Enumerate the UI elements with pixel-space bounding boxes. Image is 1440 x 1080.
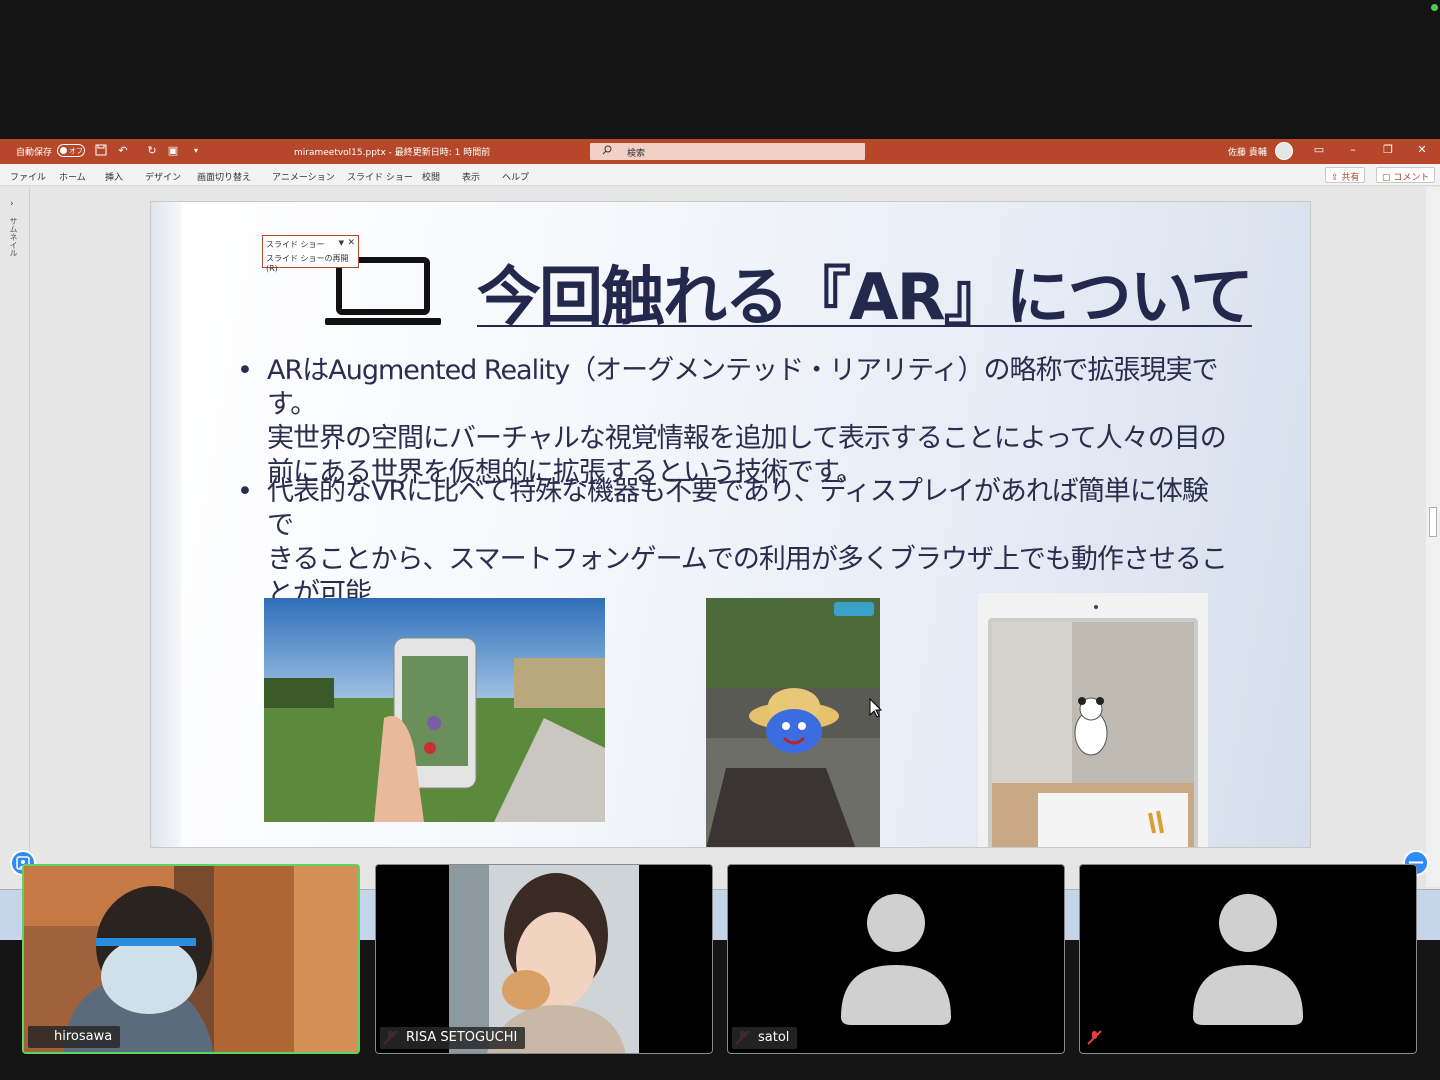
customize-toolbar-icon[interactable]: ▾ bbox=[189, 144, 203, 158]
zoom-meeting-window: 自動保存 オフ ↶ ↻ ▣ ▾ mirameetvol15.pptx - 最終更… bbox=[0, 0, 1440, 1080]
user-avatar-icon[interactable] bbox=[1275, 142, 1293, 160]
video-tile-unnamed[interactable] bbox=[1079, 864, 1417, 1054]
search-icon bbox=[602, 145, 612, 155]
slideshow-resume-popup[interactable]: スライド ショー ▼ ✕ スライド ショーの再開(R) bbox=[262, 235, 359, 273]
close-popup-icon[interactable]: ✕ bbox=[347, 238, 355, 248]
slime-ar-photo bbox=[706, 598, 880, 847]
tablet-ar-photo bbox=[978, 593, 1208, 847]
muted-mic-icon bbox=[1087, 1030, 1102, 1045]
video-tile-hirosawa[interactable]: hirosawa bbox=[22, 864, 360, 1054]
tab-insert[interactable]: 挿入 bbox=[105, 170, 123, 183]
shared-powerpoint-window: 自動保存 オフ ↶ ↻ ▣ ▾ mirameetvol15.pptx - 最終更… bbox=[0, 139, 1440, 940]
camera-indicator-icon bbox=[1431, 4, 1438, 11]
tab-animations[interactable]: アニメーション bbox=[272, 170, 335, 183]
tab-review[interactable]: 校閲 bbox=[422, 170, 440, 183]
search-input[interactable]: 検索 bbox=[590, 143, 865, 160]
video-tile-risa-setoguchi[interactable]: RISA SETOGUCHI bbox=[375, 864, 713, 1054]
avatar-placeholder-icon bbox=[1193, 894, 1303, 1025]
undo-icon[interactable]: ↶ bbox=[116, 144, 130, 158]
tab-file[interactable]: ファイル bbox=[10, 170, 46, 183]
file-title: mirameetvol15.pptx - 最終更新日時: 1 時間前 bbox=[294, 148, 491, 158]
participant-name: hirosawa bbox=[28, 1026, 121, 1048]
autosave-label: 自動保存 bbox=[16, 148, 53, 158]
comment-button[interactable]: ▢ コメント bbox=[1376, 167, 1436, 183]
expand-chevron-icon[interactable]: › bbox=[10, 199, 14, 209]
vertical-scrollbar[interactable] bbox=[1426, 187, 1440, 887]
video-tile-satol[interactable]: satol bbox=[727, 864, 1065, 1054]
share-button[interactable]: ⇪ 共有 bbox=[1325, 167, 1366, 183]
avatar-placeholder-icon bbox=[841, 894, 951, 1025]
redo-icon[interactable]: ↻ bbox=[145, 144, 159, 158]
mouse-cursor-icon bbox=[869, 697, 883, 718]
slide-canvas[interactable]: 今回触れる『AR』について • ARはAugmented Reality（オーグ… bbox=[150, 201, 1311, 848]
participant-video bbox=[376, 865, 712, 1053]
save-icon[interactable] bbox=[94, 144, 108, 158]
title-bar: 自動保存 オフ ↶ ↻ ▣ ▾ mirameetvol15.pptx - 最終更… bbox=[0, 139, 1440, 164]
tab-view[interactable]: 表示 bbox=[462, 170, 480, 183]
tab-home[interactable]: ホーム bbox=[59, 170, 86, 183]
ribbon-tabs: ファイル ホーム 挿入 デザイン 画面切り替え アニメーション スライド ショー… bbox=[0, 164, 1440, 186]
resume-slideshow-link[interactable]: スライド ショーの再開(R) bbox=[266, 253, 358, 273]
tab-transitions[interactable]: 画面切り替え bbox=[197, 170, 251, 183]
start-slideshow-icon[interactable]: ▣ bbox=[166, 144, 180, 158]
close-icon[interactable]: ✕ bbox=[1413, 143, 1431, 159]
thumbnail-pane[interactable]: › サムネイル bbox=[0, 187, 30, 937]
tab-help[interactable]: ヘルプ bbox=[502, 170, 529, 183]
comment-icon: ▢ bbox=[1382, 173, 1394, 183]
restore-icon[interactable]: ❐ bbox=[1379, 143, 1397, 159]
minimize-icon[interactable]: – bbox=[1344, 143, 1362, 159]
tab-slideshow[interactable]: スライド ショー bbox=[347, 170, 413, 183]
share-icon: ⇪ bbox=[1331, 173, 1342, 183]
participant-name: RISA SETOGUCHI bbox=[380, 1027, 526, 1049]
autosave-toggle[interactable]: オフ bbox=[57, 144, 85, 157]
phone-ar-photo bbox=[264, 598, 605, 822]
dropdown-arrow-icon[interactable]: ▼ bbox=[339, 239, 344, 247]
slide-title: 今回触れる『AR』について bbox=[477, 261, 1254, 335]
participant-name: satol bbox=[732, 1027, 798, 1049]
scrollbar-thumb[interactable] bbox=[1429, 507, 1437, 537]
tab-design[interactable]: デザイン bbox=[145, 170, 181, 183]
thumbnail-pane-label: サムネイル bbox=[9, 217, 18, 257]
ribbon-display-icon[interactable]: ▭ bbox=[1310, 143, 1328, 159]
user-name: 佐藤 貴輔 bbox=[1228, 148, 1267, 158]
